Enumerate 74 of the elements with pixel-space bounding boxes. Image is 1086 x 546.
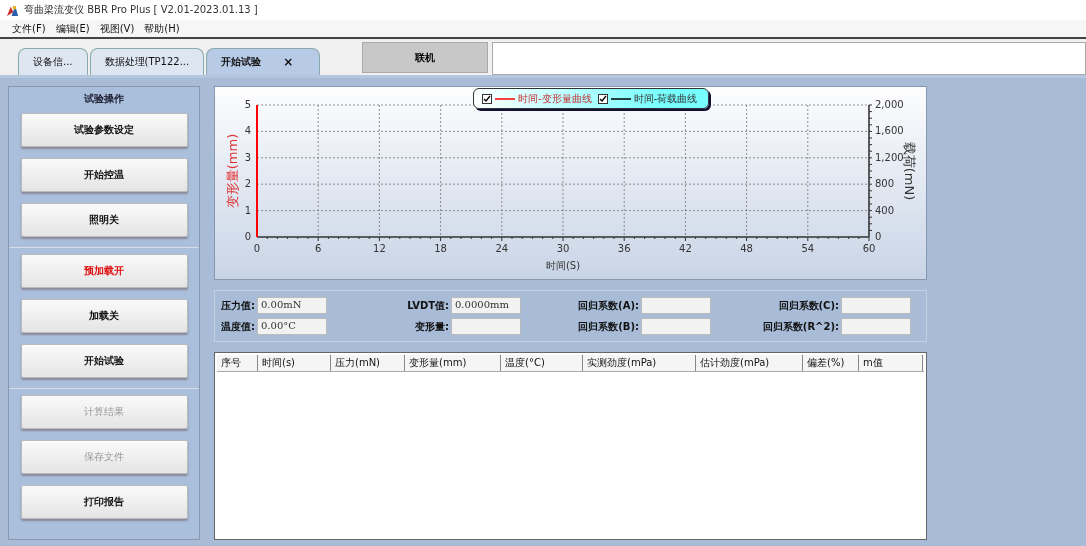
x-tick-label: 30 — [556, 243, 570, 254]
y-tick-label: 2,000 — [875, 99, 904, 110]
menu-item[interactable]: 视图(V) — [99, 21, 135, 36]
x-tick-label: 18 — [434, 243, 447, 254]
x-axis-title: 时间(S) — [545, 260, 581, 271]
input-field[interactable] — [841, 297, 911, 314]
y-tick-label: 0 — [244, 231, 251, 242]
column-header[interactable]: 变形量(mm) — [405, 355, 501, 371]
y-axis-title: 变形量(mm) — [225, 133, 240, 209]
x-tick-label: 60 — [862, 243, 876, 254]
x-tick-label: 54 — [801, 243, 815, 254]
tab[interactable]: 设备信... — [18, 48, 88, 75]
x-tick-label: 12 — [373, 243, 386, 254]
menu-item[interactable]: 帮助(H) — [144, 21, 180, 36]
x-tick-label: 6 — [315, 243, 322, 254]
x-tick-label: 36 — [617, 243, 631, 254]
y-tick-label: 800 — [875, 178, 895, 190]
y-tick-label: 5 — [244, 99, 251, 110]
menu-item[interactable]: 文件(F) — [12, 21, 46, 36]
x-tick-label: 0 — [253, 243, 261, 254]
checkbox[interactable] — [597, 93, 608, 104]
field-label: 压力值: — [221, 298, 255, 313]
y-tick-label: 1,600 — [875, 125, 904, 137]
y-tick-label: 1 — [244, 204, 251, 216]
input-field[interactable]: 0.00mN — [257, 297, 327, 314]
tab[interactable]: 开始试验 × — [206, 48, 321, 75]
close-icon[interactable]: × — [283, 55, 294, 69]
panel-title: 试验操作 — [84, 92, 124, 106]
y-tick-label: 2 — [244, 178, 251, 190]
checkbox[interactable] — [482, 93, 492, 104]
y-tick-label: 4 — [244, 125, 251, 137]
input-field[interactable] — [641, 297, 711, 314]
y-axis-title: 载荷(mN) — [902, 141, 917, 201]
column-header[interactable]: 实测劲度(mPa) — [583, 355, 696, 371]
operation-button[interactable]: 加载关 — [20, 299, 188, 333]
field-label: 回归系数(B): — [577, 319, 639, 334]
menu-item[interactable]: 编辑(E) — [55, 21, 90, 36]
column-header[interactable]: 时间(s) — [258, 355, 331, 371]
app-icon — [6, 3, 19, 17]
operation-button[interactable]: 试验参数设定 — [20, 113, 188, 147]
column-header[interactable]: 偏差(%) — [803, 355, 859, 371]
operation-button[interactable]: 打印报告 — [20, 485, 188, 519]
y-tick-label: 1,200 — [875, 151, 904, 163]
field-label: 回归系数(A): — [577, 298, 639, 313]
operation-button[interactable]: 开始试验 — [20, 344, 188, 378]
y-tick-label: 3 — [244, 151, 251, 163]
field-label: 回归系数(C): — [777, 298, 839, 313]
x-tick-label: 42 — [679, 243, 692, 254]
legend-label: 时间-荷载曲线 — [633, 91, 698, 106]
field-label: 回归系数(R^2): — [761, 319, 839, 334]
field-label: 温度值: — [221, 319, 255, 334]
input-field[interactable]: 0.0000mm — [451, 297, 521, 314]
x-tick-label: 48 — [740, 243, 753, 254]
x-tick-label: 24 — [495, 243, 509, 254]
column-header[interactable]: 温度(°C) — [501, 355, 583, 371]
operation-button[interactable]: 照明关 — [20, 203, 188, 237]
field-label: 变形量: — [414, 319, 449, 334]
column-header[interactable]: 估计劲度(mPa) — [696, 355, 803, 371]
input-field[interactable] — [451, 318, 521, 335]
y-tick-label: 0 — [875, 231, 882, 242]
input-field[interactable] — [841, 318, 911, 335]
tab[interactable]: 数据处理(TP122... — [89, 48, 205, 75]
operation-button[interactable]: 预加载开 — [20, 254, 188, 288]
column-header[interactable]: 序号 — [217, 355, 258, 371]
field-label: LVDT值: — [406, 298, 449, 313]
window-title: 弯曲梁流变仪 BBR Pro Plus [ V2.01-2023.01.13 ] — [24, 3, 258, 17]
y-tick-label: 400 — [875, 204, 895, 216]
column-header[interactable]: 压力(mN) — [331, 355, 405, 371]
legend-label: 时间-变形量曲线 — [518, 91, 592, 106]
input-field[interactable] — [641, 318, 711, 335]
input-field[interactable]: 0.00°C — [257, 318, 327, 335]
connect-button[interactable]: 联机 — [362, 42, 489, 73]
operation-button[interactable]: 开始控温 — [20, 158, 188, 192]
column-header[interactable]: m值 — [859, 355, 923, 371]
